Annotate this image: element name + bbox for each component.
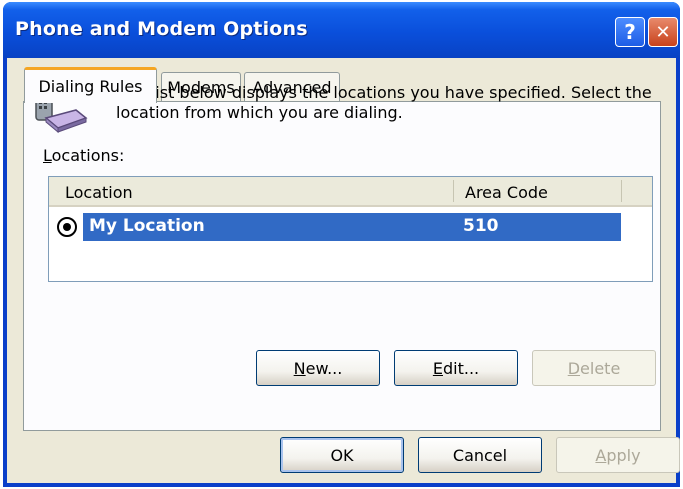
column-divider[interactable] <box>621 180 622 202</box>
locations-accel: L <box>43 146 52 165</box>
help-icon[interactable]: ? <box>615 17 645 47</box>
column-header-area-code[interactable]: Area Code <box>465 183 548 202</box>
title-bar[interactable]: Phone and Modem Options ? ✕ <box>3 2 680 58</box>
locations-label: Locations: <box>43 146 124 165</box>
delete-accel: D <box>567 358 581 378</box>
window-title: Phone and Modem Options <box>15 18 308 40</box>
ok-label: OK <box>330 445 354 465</box>
apply-button[interactable]: Apply <box>556 437 680 473</box>
ok-button[interactable]: OK <box>280 437 404 473</box>
column-header-location[interactable]: Location <box>65 183 133 202</box>
close-icon[interactable]: ✕ <box>648 17 678 47</box>
close-glyph: ✕ <box>655 21 671 43</box>
new-button[interactable]: New... <box>256 350 380 386</box>
new-label: ew... <box>305 358 343 378</box>
help-glyph: ? <box>624 20 636 44</box>
delete-label: elete <box>580 358 621 378</box>
tab-dialing-rules[interactable]: Dialing Rules <box>24 67 157 103</box>
new-accel: N <box>293 358 306 378</box>
locations-label-text: ocations: <box>51 146 125 165</box>
delete-button[interactable]: Delete <box>532 350 656 386</box>
apply-label: pply <box>606 445 641 465</box>
apply-accel: A <box>595 445 607 465</box>
edit-button[interactable]: Edit... <box>394 350 518 386</box>
edit-label: dit... <box>442 358 480 378</box>
location-name: My Location <box>89 216 205 236</box>
list-header: Location Area Code <box>49 177 652 207</box>
cancel-button[interactable]: Cancel <box>418 437 542 473</box>
locations-description: The list below displays the locations yo… <box>116 83 652 122</box>
location-area-code: 510 <box>463 216 499 236</box>
current-location-icon <box>57 217 77 237</box>
tab-label: Dialing Rules <box>38 77 143 96</box>
edit-accel: E <box>432 358 443 378</box>
locations-list[interactable]: Location Area Code My Location 510 <box>48 176 653 282</box>
column-divider[interactable] <box>453 180 454 202</box>
cancel-label: Cancel <box>452 445 508 465</box>
